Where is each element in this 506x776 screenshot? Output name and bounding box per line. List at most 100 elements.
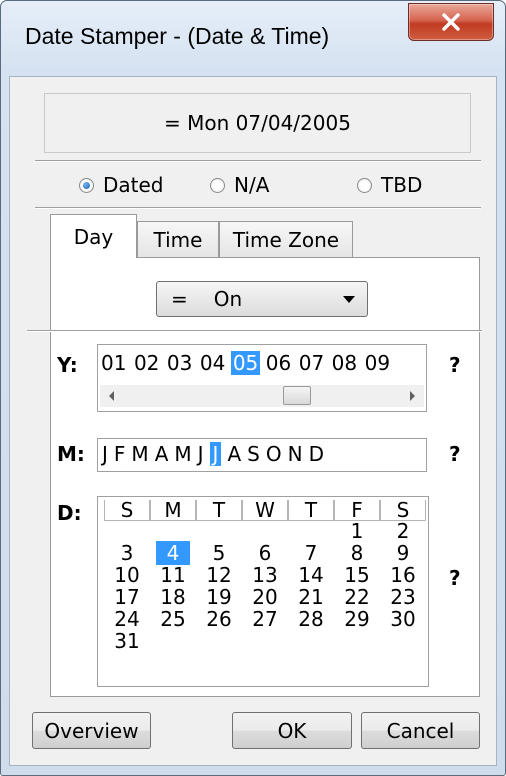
calendar-day-number: 12	[206, 563, 232, 587]
tab-day[interactable]: Day	[50, 214, 137, 258]
scroll-right-arrow-icon[interactable]	[410, 391, 415, 401]
year-option[interactable]: 02	[134, 351, 159, 375]
day-label: D:	[57, 501, 82, 525]
month-option[interactable]: N	[288, 442, 303, 466]
month-option[interactable]: O	[266, 442, 282, 466]
month-option[interactable]: F	[114, 442, 126, 466]
calendar-day[interactable]: 20	[242, 587, 288, 609]
radio-tbd-indicator[interactable]	[357, 177, 372, 193]
radio-dated[interactable]: Dated	[79, 173, 164, 197]
day-help-button[interactable]: ?	[449, 566, 461, 590]
year-option[interactable]: 04	[200, 351, 225, 375]
radio-dated-indicator[interactable]	[79, 177, 94, 193]
calendar-day[interactable]: 28	[288, 609, 334, 631]
year-option[interactable]: 05	[230, 351, 261, 375]
month-option[interactable]: D	[309, 442, 324, 466]
calendar-day[interactable]: 1	[334, 521, 380, 543]
year-scrollbar[interactable]	[100, 385, 424, 407]
operator-dropdown[interactable]: = On	[156, 281, 368, 317]
window-title: Date Stamper - (Date & Time)	[25, 23, 330, 49]
calendar-day[interactable]: 30	[380, 609, 426, 631]
calendar-day[interactable]: 11	[150, 565, 196, 587]
calendar-day[interactable]: 15	[334, 565, 380, 587]
calendar-empty-cell	[288, 631, 334, 653]
year-option[interactable]: 09	[365, 351, 390, 375]
calendar-day[interactable]: 22	[334, 587, 380, 609]
year-option[interactable]: 07	[299, 351, 324, 375]
month-option[interactable]: A	[227, 442, 241, 466]
month-option[interactable]: M	[174, 442, 191, 466]
calendar-day[interactable]: 19	[196, 587, 242, 609]
year-option[interactable]: 06	[266, 351, 291, 375]
calendar-day[interactable]: 13	[242, 565, 288, 587]
calendar-day[interactable]: 4	[150, 541, 196, 565]
calendar-day[interactable]: 7	[288, 543, 334, 565]
calendar-day[interactable]: 24	[104, 609, 150, 631]
calendar-empty-cell	[334, 631, 380, 653]
radio-na[interactable]: N/A	[210, 173, 269, 197]
year-option[interactable]: 08	[332, 351, 357, 375]
year-help-button[interactable]: ?	[449, 353, 461, 377]
year-list[interactable]: 01 02 03 04 05 06 07 08 09	[101, 351, 398, 375]
weekday-header-cell: T	[196, 500, 242, 521]
cancel-button-label: Cancel	[386, 718, 455, 743]
calendar-day[interactable]: 17	[104, 587, 150, 609]
calendar-day[interactable]: 16	[380, 565, 426, 587]
calendar-day-number: 13	[252, 563, 278, 587]
calendar-day[interactable]: 6	[242, 543, 288, 565]
month-option[interactable]: J	[198, 442, 204, 466]
calendar-day[interactable]: 5	[196, 543, 242, 565]
calendar-day[interactable]: 14	[288, 565, 334, 587]
calendar-day[interactable]: 10	[104, 565, 150, 587]
calendar-day[interactable]: 9	[380, 543, 426, 565]
calendar-day[interactable]: 3	[104, 543, 150, 565]
calendar-day[interactable]: 27	[242, 609, 288, 631]
calendar-day[interactable]: 8	[334, 543, 380, 565]
chevron-down-icon[interactable]	[343, 296, 355, 303]
month-option[interactable]: J	[102, 442, 108, 466]
ok-button[interactable]: OK	[232, 712, 352, 749]
date-display-value: = Mon 07/04/2005	[164, 111, 351, 135]
calendar-day[interactable]: 26	[196, 609, 242, 631]
tab-time[interactable]: Time	[137, 221, 219, 258]
calendar-empty-cell	[242, 521, 288, 543]
calendar-day[interactable]: 29	[334, 609, 380, 631]
year-option[interactable]: 01	[101, 351, 126, 375]
calendar-day-number: 19	[206, 585, 232, 609]
cancel-button[interactable]: Cancel	[361, 712, 480, 749]
calendar-day[interactable]: 18	[150, 587, 196, 609]
month-option[interactable]: M	[131, 442, 148, 466]
day-calendar[interactable]: SMTWTFS 1 2 3 4 5 6 7 8 9 10 11 12 13 14 15 16 17 18 19 20 2…	[97, 496, 429, 687]
calendar-day[interactable]: 21	[288, 587, 334, 609]
month-list[interactable]: JFMAMJJASOND	[102, 442, 330, 466]
radio-na-indicator[interactable]	[210, 177, 225, 193]
month-help-button[interactable]: ?	[449, 442, 461, 466]
year-option[interactable]: 03	[167, 351, 192, 375]
calendar-day-number: 17	[114, 585, 140, 609]
calendar-day[interactable]: 2	[380, 521, 426, 543]
month-option[interactable]: S	[247, 442, 260, 466]
radio-tbd[interactable]: TBD	[357, 173, 422, 197]
calendar-day[interactable]: 25	[150, 609, 196, 631]
month-option[interactable]: A	[155, 442, 169, 466]
month-option[interactable]: J	[209, 442, 222, 466]
month-selector[interactable]: JFMAMJJASOND	[97, 438, 427, 472]
close-button[interactable]	[408, 3, 494, 41]
calendar-empty-cell	[150, 521, 196, 543]
year-label: Y:	[57, 353, 78, 377]
day-grid[interactable]: 1 2 3 4 5 6 7 8 9 10 11 12 13 14 15 16 17 18 19 20 21 22 23 24 2…	[104, 521, 426, 653]
weekday-header-cell: F	[334, 500, 380, 521]
overview-button[interactable]: Overview	[32, 712, 151, 749]
calendar-day-number: 20	[252, 585, 278, 609]
calendar-day[interactable]: 31	[104, 631, 150, 653]
calendar-day[interactable]: 23	[380, 587, 426, 609]
radio-dated-label: Dated	[103, 173, 164, 197]
scrollbar-thumb[interactable]	[283, 386, 311, 405]
year-selector[interactable]: 01 02 03 04 05 06 07 08 09	[97, 344, 427, 412]
calendar-day-number: 15	[344, 563, 370, 587]
title-bar[interactable]: Date Stamper - (Date & Time)	[1, 1, 505, 77]
calendar-day-number: 16	[390, 563, 416, 587]
tab-time-zone[interactable]: Time Zone	[219, 221, 353, 258]
calendar-day[interactable]: 12	[196, 565, 242, 587]
scroll-left-arrow-icon[interactable]	[109, 391, 114, 401]
